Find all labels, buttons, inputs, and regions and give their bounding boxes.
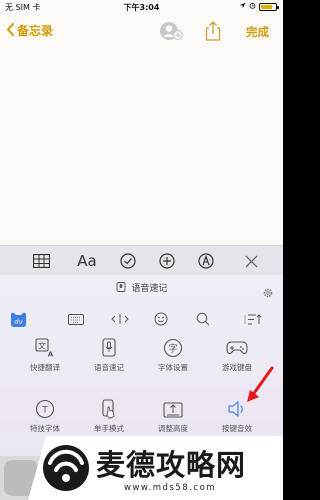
watermark-url: www.mds58.com — [124, 483, 217, 493]
adjust-height-label: 调整高度 — [158, 424, 188, 433]
key-sound-label: 按键音效 — [222, 424, 252, 433]
watermark-brand: 麦德攻略网 — [96, 448, 247, 482]
add-icon[interactable] — [157, 251, 177, 271]
adjust-height-icon — [162, 398, 184, 420]
checklist-icon[interactable] — [118, 251, 138, 271]
svg-text:文: 文 — [38, 341, 46, 351]
search-icon[interactable] — [193, 310, 213, 328]
adjust-height-item[interactable]: 调整高度 — [142, 398, 204, 434]
special-font-label: 特技字体 — [30, 424, 60, 433]
one-hand-mode-label: 单手模式 — [94, 424, 124, 433]
done-button[interactable]: 完成 — [246, 24, 269, 40]
voice-note-item[interactable]: 语音速记 — [78, 337, 140, 373]
special-font-icon: T — [34, 398, 56, 420]
emoji-icon[interactable] — [151, 310, 171, 328]
svg-text:字: 字 — [168, 343, 177, 355]
back-label: 备忘录 — [17, 24, 54, 38]
annotation-arrow-icon — [244, 366, 276, 408]
add-people-button[interactable] — [159, 20, 185, 42]
battery-level — [261, 4, 273, 9]
share-button[interactable] — [204, 20, 222, 42]
share-icon — [204, 21, 222, 46]
gamepad-icon — [226, 337, 248, 359]
voice-note-label: 语音速记 — [94, 363, 124, 372]
format-toolbar: Aa — [0, 245, 283, 275]
voice-note-small-icon — [116, 282, 126, 295]
translate-icon: 文A — [34, 337, 56, 359]
svg-text:du: du — [14, 317, 22, 325]
voice-note-icon — [98, 337, 120, 359]
alarm-icon — [249, 2, 256, 11]
nav-bar: 备忘录 完成 — [0, 14, 283, 50]
add-people-icon — [159, 22, 185, 46]
svg-text:A: A — [48, 351, 54, 359]
font-settings-label: 字体设置 — [158, 363, 188, 372]
svg-text:T: T — [41, 406, 48, 416]
location-icon — [239, 2, 246, 11]
markup-icon[interactable] — [196, 251, 216, 271]
special-font-item[interactable]: T 特技字体 — [14, 398, 76, 434]
text-style-icon[interactable]: Aa — [74, 251, 100, 271]
cursor-move-icon[interactable] — [110, 310, 130, 328]
collapse-icon[interactable] — [243, 310, 263, 328]
keyboard-toolbar: du — [0, 307, 283, 331]
keyboard-icon[interactable] — [66, 310, 86, 328]
status-bar: 无 SIM 卡 下午3:04 — [0, 0, 283, 14]
quick-translate-item[interactable]: 文A 快捷翻译 — [14, 337, 76, 373]
chevron-left-icon — [6, 22, 17, 39]
du-logo-icon[interactable]: du — [8, 310, 28, 328]
one-hand-icon — [98, 398, 120, 420]
keyboard-panel: 语音速记 du 文A 快捷翻译 语音速记 字 字体设置 游戏键盘 T 特技字体 … — [0, 275, 283, 456]
font-settings-item[interactable]: 字 字体设置 — [142, 337, 204, 373]
watermark: 麦德攻略网 www.mds58.com — [28, 436, 283, 500]
font-settings-icon: 字 — [162, 337, 184, 359]
note-editor[interactable] — [0, 50, 283, 245]
battery-icon — [259, 2, 279, 11]
gear-icon[interactable] — [263, 283, 273, 302]
voice-note-header[interactable]: 语音速记 — [0, 281, 283, 295]
back-button[interactable]: 备忘录 — [6, 22, 53, 39]
voice-note-header-label: 语音速记 — [131, 284, 168, 294]
table-icon[interactable] — [31, 251, 51, 271]
one-hand-mode-item[interactable]: 单手模式 — [78, 398, 140, 434]
quick-translate-label: 快捷翻译 — [30, 363, 60, 372]
close-icon[interactable] — [241, 251, 261, 271]
